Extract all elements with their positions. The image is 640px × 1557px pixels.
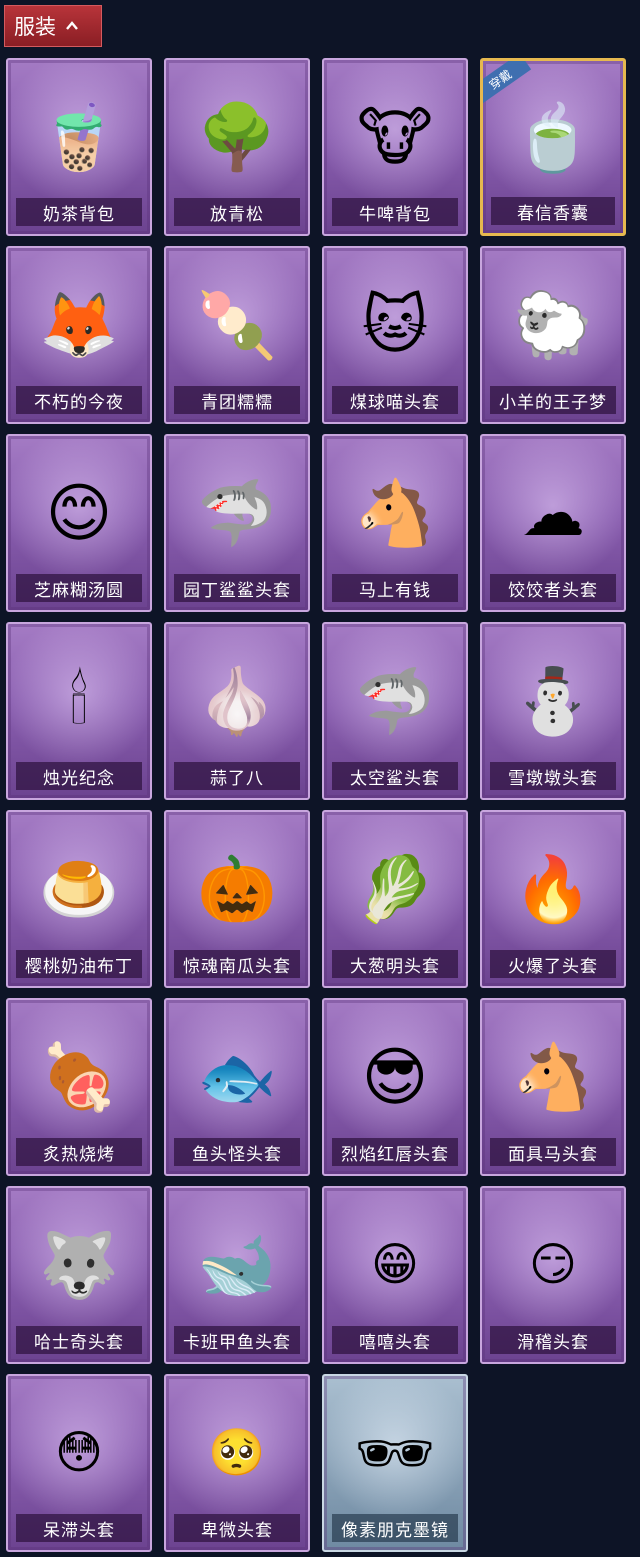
outfit-card[interactable]: 🍮 樱桃奶油布丁 xyxy=(6,810,152,988)
outfit-card-label: 火爆了头套 xyxy=(490,950,616,978)
green-dumpling-icon: 🍡 xyxy=(197,289,277,363)
outfit-card[interactable]: 😊 芝麻糊汤圆 xyxy=(6,434,152,612)
sheep-prince-icon: 🐑 xyxy=(513,289,593,363)
outfit-card[interactable]: 😎 烈焰红唇头套 xyxy=(322,998,468,1176)
outfit-card-label: 炙热烧烤 xyxy=(16,1138,142,1166)
outfit-grid: 🧋 奶茶背包 🌳 放青松 🐮 牛啤背包 🍵 穿戴 春信香囊 🦊 不朽的今夜 🍡 青团糯糯 🐱 煤球喵头套 🐑 小… xyxy=(6,58,626,1552)
outfit-card[interactable]: 🥺 卑微头套 xyxy=(164,1374,310,1552)
pixel-sunglasses-icon: 🕶 xyxy=(354,1417,436,1491)
spring-sachet-icon: 🍵 xyxy=(513,102,593,176)
outfit-card[interactable]: 😳 呆滞头套 xyxy=(6,1374,152,1552)
outfit-card[interactable]: 🐴 马上有钱 xyxy=(322,434,468,612)
outfit-card[interactable]: 🔥 火爆了头套 xyxy=(480,810,626,988)
outfit-card[interactable]: 🍡 青团糯糯 xyxy=(164,246,310,424)
outfit-card-label: 烈焰红唇头套 xyxy=(332,1138,458,1166)
outfit-card[interactable]: 🍖 炙热烧烤 xyxy=(6,998,152,1176)
outfit-card-label: 放青松 xyxy=(174,198,300,226)
outfit-card-label: 春信香囊 xyxy=(491,197,615,225)
outfit-card-label: 呆滞头套 xyxy=(16,1514,142,1542)
outfit-card[interactable]: 🐱 煤球喵头套 xyxy=(322,246,468,424)
dumpling-cloud-icon: ☁ xyxy=(521,477,585,551)
outfit-card[interactable]: 🧄 蒜了八 xyxy=(164,622,310,800)
outfit-card-label: 奶茶背包 xyxy=(16,198,142,226)
outfit-card-label: 惊魂南瓜头套 xyxy=(174,950,300,978)
cherry-pudding-icon: 🍮 xyxy=(39,853,119,927)
outfit-card-label: 滑稽头套 xyxy=(490,1326,616,1354)
outfit-card-label: 像素朋克墨镜 xyxy=(332,1514,458,1542)
outfit-card-label: 园丁鲨鲨头套 xyxy=(174,574,300,602)
fish-head-icon: 🐟 xyxy=(197,1041,277,1115)
grin-emoji-icon: 😁 xyxy=(371,1237,419,1291)
outfit-card[interactable]: 🐑 小羊的王子梦 xyxy=(480,246,626,424)
husky-sunglasses-icon: 🐺 xyxy=(39,1229,119,1303)
outfit-card-label: 饺饺者头套 xyxy=(490,574,616,602)
outfit-card[interactable]: 🌳 放青松 xyxy=(164,58,310,236)
pumpkin-icon: 🎃 xyxy=(197,853,277,927)
outfit-card[interactable]: 🕶 像素朋克墨镜 xyxy=(322,1374,468,1552)
horse-mask-icon: 🐴 xyxy=(513,1041,593,1115)
fox-parfait-icon: 🦊 xyxy=(39,289,119,363)
milk-tea-backpack-icon: 🧋 xyxy=(39,101,119,175)
outfit-card-label: 太空鲨头套 xyxy=(332,762,458,790)
outfit-card-label: 大葱明头套 xyxy=(332,950,458,978)
cow-beer-barrel-icon: 🐮 xyxy=(357,101,433,175)
outfit-card-label: 哈士奇头套 xyxy=(16,1326,142,1354)
chevron-up-icon xyxy=(66,21,78,30)
yellow-mouse-sunglasses-icon: 😎 xyxy=(361,1041,429,1115)
bbq-meat-icon: 🍖 xyxy=(39,1041,119,1115)
outfit-card[interactable]: 🐴 面具马头套 xyxy=(480,998,626,1176)
bonsai-pine-icon: 🌳 xyxy=(197,101,277,175)
space-shark-icon: 🦈 xyxy=(355,665,435,739)
outfit-card-label: 卑微头套 xyxy=(174,1514,300,1542)
outfit-card-label: 鱼头怪头套 xyxy=(174,1138,300,1166)
gardener-shark-icon: 🦈 xyxy=(197,477,277,551)
outfit-card-label: 马上有钱 xyxy=(332,574,458,602)
outfit-card[interactable]: 😁 嘻嘻头套 xyxy=(322,1186,468,1364)
outfit-card[interactable]: 😏 滑稽头套 xyxy=(480,1186,626,1364)
outfit-card[interactable]: 🦈 园丁鲨鲨头套 xyxy=(164,434,310,612)
outfit-card-label: 小羊的王子梦 xyxy=(490,386,616,414)
fire-spirit-icon: 🔥 xyxy=(513,853,593,927)
garlic-icon: 🧄 xyxy=(197,665,277,739)
snowman-reindeer-icon: ⛄ xyxy=(513,665,593,739)
outfit-card-label: 煤球喵头套 xyxy=(332,386,458,414)
outfit-card-label: 嘻嘻头套 xyxy=(332,1326,458,1354)
outfit-card[interactable]: 🕯 烛光纪念 xyxy=(6,622,152,800)
section-tab-outfit[interactable]: 服装 xyxy=(4,5,102,47)
outfit-card[interactable]: 🐟 鱼头怪头套 xyxy=(164,998,310,1176)
outfit-card-label: 芝麻糊汤圆 xyxy=(16,574,142,602)
outfit-card-label: 烛光纪念 xyxy=(16,762,142,790)
outfit-card[interactable]: 🎃 惊魂南瓜头套 xyxy=(164,810,310,988)
outfit-card[interactable]: 🐺 哈士奇头套 xyxy=(6,1186,152,1364)
outfit-card[interactable]: ⛄ 雪墩墩头套 xyxy=(480,622,626,800)
sesame-tangyuan-icon: 😊 xyxy=(45,477,113,551)
outfit-card-label: 蒜了八 xyxy=(174,762,300,790)
outfit-card[interactable]: 🐮 牛啤背包 xyxy=(322,58,468,236)
outfit-card-label: 不朽的今夜 xyxy=(16,386,142,414)
outfit-card-label: 牛啤背包 xyxy=(332,198,458,226)
outfit-card-label: 雪墩墩头套 xyxy=(490,762,616,790)
outfit-card-label: 卡班甲鱼头套 xyxy=(174,1326,300,1354)
outfit-card[interactable]: ☁ 饺饺者头套 xyxy=(480,434,626,612)
black-cat-head-icon: 🐱 xyxy=(361,289,429,363)
scallion-icon: 🥬 xyxy=(355,853,435,927)
section-title: 服装 xyxy=(14,15,56,39)
red-horse-icon: 🐴 xyxy=(355,477,435,551)
outfit-card[interactable]: 🧋 奶茶背包 xyxy=(6,58,152,236)
outfit-card-label: 面具马头套 xyxy=(490,1138,616,1166)
outfit-card[interactable]: 🦈 太空鲨头套 xyxy=(322,622,468,800)
candle-icon: 🕯 xyxy=(69,665,89,739)
outfit-card[interactable]: 🍵 穿戴 春信香囊 xyxy=(480,58,626,236)
outfit-card-label: 青团糯糯 xyxy=(174,386,300,414)
pleading-emoji-icon: 🥺 xyxy=(208,1425,266,1479)
outfit-card-label: 樱桃奶油布丁 xyxy=(16,950,142,978)
outfit-card[interactable]: 🐋 卡班甲鱼头套 xyxy=(164,1186,310,1364)
funny-emoji-icon: 😏 xyxy=(529,1237,577,1291)
outfit-card[interactable]: 🥬 大葱明头套 xyxy=(322,810,468,988)
outfit-card[interactable]: 🦊 不朽的今夜 xyxy=(6,246,152,424)
whale-head-icon: 🐋 xyxy=(197,1229,277,1303)
blank-stare-emoji-icon: 😳 xyxy=(55,1425,103,1479)
